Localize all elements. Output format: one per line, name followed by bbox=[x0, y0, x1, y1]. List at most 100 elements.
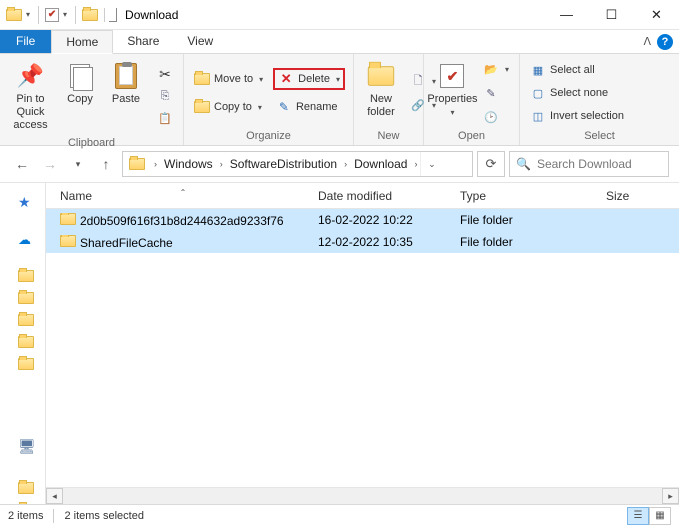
sidebar-onedrive[interactable]: ☁ bbox=[0, 229, 45, 251]
folder-icon bbox=[18, 482, 34, 494]
file-name: SharedFileCache bbox=[80, 236, 173, 250]
folder-icon bbox=[18, 336, 34, 348]
history-button[interactable]: 🕑 bbox=[479, 106, 513, 128]
collapse-ribbon-icon[interactable]: ᐱ bbox=[643, 35, 651, 48]
address-root-arrow[interactable]: › bbox=[151, 159, 160, 169]
column-size[interactable]: Size bbox=[600, 189, 672, 203]
tab-view[interactable]: View bbox=[173, 30, 227, 53]
table-row[interactable]: SharedFileCache 12-02-2022 10:35 File fo… bbox=[46, 231, 679, 253]
copy-button[interactable]: Copy bbox=[59, 58, 101, 135]
app-icon bbox=[6, 9, 22, 21]
tab-file[interactable]: File bbox=[0, 30, 51, 53]
invert-selection-button[interactable]: ◫Invert selection bbox=[526, 105, 628, 127]
view-details-button[interactable]: ☰ bbox=[627, 507, 649, 525]
rename-button[interactable]: ✎ Rename bbox=[272, 96, 342, 118]
sidebar-folder[interactable] bbox=[0, 477, 45, 499]
forward-button[interactable]: → bbox=[38, 152, 62, 176]
status-selected-count: 2 items selected bbox=[64, 510, 143, 522]
group-select: ▦Select all ▢Select none ◫Invert selecti… bbox=[520, 54, 679, 145]
column-date[interactable]: Date modified bbox=[312, 189, 454, 203]
back-button[interactable]: ← bbox=[10, 152, 34, 176]
edit-button[interactable]: ✎ bbox=[479, 82, 513, 104]
file-list-area: ⌃Name Date modified Type Size 2d0b509f61… bbox=[46, 183, 679, 504]
tab-share[interactable]: Share bbox=[113, 30, 173, 53]
minimize-button[interactable]: — bbox=[544, 0, 589, 30]
move-to-button[interactable]: Move to▾ bbox=[190, 68, 267, 90]
file-rows[interactable]: 2d0b509f616f31b8d244632ad9233f76 16-02-2… bbox=[46, 209, 679, 487]
ribbon: 📌 Pin to Quick access Copy Paste ✂ ⎘ 📋 C… bbox=[0, 54, 679, 146]
new-folder-button[interactable]: New folder bbox=[360, 58, 402, 128]
breadcrumb-segment[interactable]: SoftwareDistribution bbox=[226, 152, 341, 176]
properties-button[interactable]: ✔ Properties▾ bbox=[430, 58, 475, 128]
sidebar-folder[interactable] bbox=[0, 331, 45, 353]
pin-icon: 📌 bbox=[15, 60, 47, 92]
breadcrumb-arrow[interactable]: › bbox=[411, 159, 420, 169]
cloud-icon: ☁ bbox=[18, 232, 31, 248]
paste-shortcut-button[interactable]: 📋 bbox=[153, 107, 177, 129]
help-icon[interactable]: ? bbox=[657, 34, 673, 50]
column-type[interactable]: Type bbox=[454, 189, 600, 203]
navigation-pane[interactable]: ★ ☁ 🖥 bbox=[0, 183, 46, 504]
address-folder-icon[interactable] bbox=[125, 152, 149, 176]
qat-dropdown[interactable]: ▾ bbox=[24, 10, 32, 19]
qat-properties-icon[interactable]: ✔ bbox=[45, 8, 59, 22]
file-date: 16-02-2022 10:22 bbox=[312, 213, 454, 227]
select-none-icon: ▢ bbox=[530, 85, 546, 101]
address-dropdown[interactable]: ⌄ bbox=[420, 152, 442, 176]
select-none-button[interactable]: ▢Select none bbox=[526, 82, 628, 104]
recent-locations-button[interactable]: ▾ bbox=[66, 152, 90, 176]
breadcrumb-segment[interactable]: Windows bbox=[160, 152, 217, 176]
up-button[interactable]: ↑ bbox=[94, 152, 118, 176]
delete-button[interactable]: ✕ Delete▾ bbox=[273, 68, 345, 90]
column-name[interactable]: ⌃Name bbox=[54, 189, 312, 203]
table-row[interactable]: 2d0b509f616f31b8d244632ad9233f76 16-02-2… bbox=[46, 209, 679, 231]
sidebar-quick-access[interactable]: ★ bbox=[0, 191, 45, 213]
breadcrumb-arrow[interactable]: › bbox=[217, 159, 226, 169]
refresh-button[interactable]: ⟳ bbox=[477, 151, 505, 177]
pin-to-quick-access-button[interactable]: 📌 Pin to Quick access bbox=[6, 58, 55, 135]
group-open: ✔ Properties▾ 📂▾ ✎ 🕑 Open bbox=[424, 54, 520, 145]
tab-home[interactable]: Home bbox=[51, 30, 113, 54]
sidebar-this-pc[interactable]: 🖥 bbox=[0, 435, 45, 457]
cut-icon: ✂ bbox=[157, 66, 173, 82]
open-icon: 📂 bbox=[483, 61, 499, 77]
copy-path-button[interactable]: ⎘ bbox=[153, 85, 177, 107]
cut-button[interactable]: ✂ bbox=[153, 63, 177, 85]
breadcrumb-segment[interactable]: Download bbox=[350, 152, 411, 176]
paste-button[interactable]: Paste bbox=[105, 58, 147, 135]
sort-indicator-icon: ⌃ bbox=[180, 188, 187, 197]
pc-icon: 🖥 bbox=[18, 438, 36, 455]
select-all-button[interactable]: ▦Select all bbox=[526, 59, 628, 81]
scroll-left-button[interactable]: ◂ bbox=[46, 488, 63, 504]
navigation-bar: ← → ▾ ↑ › Windows › SoftwareDistribution… bbox=[0, 146, 679, 182]
properties-icon: ✔ bbox=[436, 60, 468, 92]
invert-selection-icon: ◫ bbox=[530, 108, 546, 124]
sidebar-folder[interactable] bbox=[0, 287, 45, 309]
copy-to-icon bbox=[194, 99, 210, 115]
copy-to-button[interactable]: Copy to▾ bbox=[190, 96, 266, 118]
qat-folder-icon[interactable] bbox=[82, 9, 98, 21]
sidebar-folder[interactable] bbox=[0, 353, 45, 375]
qat-dropdown-2[interactable]: ▾ bbox=[61, 10, 69, 19]
delete-icon: ✕ bbox=[278, 71, 294, 87]
search-placeholder: Search Download bbox=[537, 157, 632, 171]
search-box[interactable]: 🔍 Search Download bbox=[509, 151, 669, 177]
maximize-button[interactable]: ☐ bbox=[589, 0, 634, 30]
history-icon: 🕑 bbox=[483, 109, 499, 125]
close-button[interactable]: ✕ bbox=[634, 0, 679, 30]
view-large-icons-button[interactable]: ▦ bbox=[649, 507, 671, 525]
paste-icon bbox=[110, 60, 142, 92]
star-icon: ★ bbox=[18, 194, 31, 211]
file-type: File folder bbox=[454, 235, 600, 249]
column-headers: ⌃Name Date modified Type Size bbox=[46, 183, 679, 209]
scroll-track[interactable] bbox=[63, 488, 662, 504]
breadcrumb-arrow[interactable]: › bbox=[341, 159, 350, 169]
sidebar-folder[interactable] bbox=[0, 309, 45, 331]
qat-customize[interactable] bbox=[109, 8, 117, 22]
status-item-count: 2 items bbox=[8, 510, 43, 522]
open-button[interactable]: 📂▾ bbox=[479, 58, 513, 80]
address-bar[interactable]: › Windows › SoftwareDistribution › Downl… bbox=[122, 151, 473, 177]
scroll-right-button[interactable]: ▸ bbox=[662, 488, 679, 504]
sidebar-folder[interactable] bbox=[0, 265, 45, 287]
horizontal-scrollbar[interactable]: ◂ ▸ bbox=[46, 487, 679, 504]
